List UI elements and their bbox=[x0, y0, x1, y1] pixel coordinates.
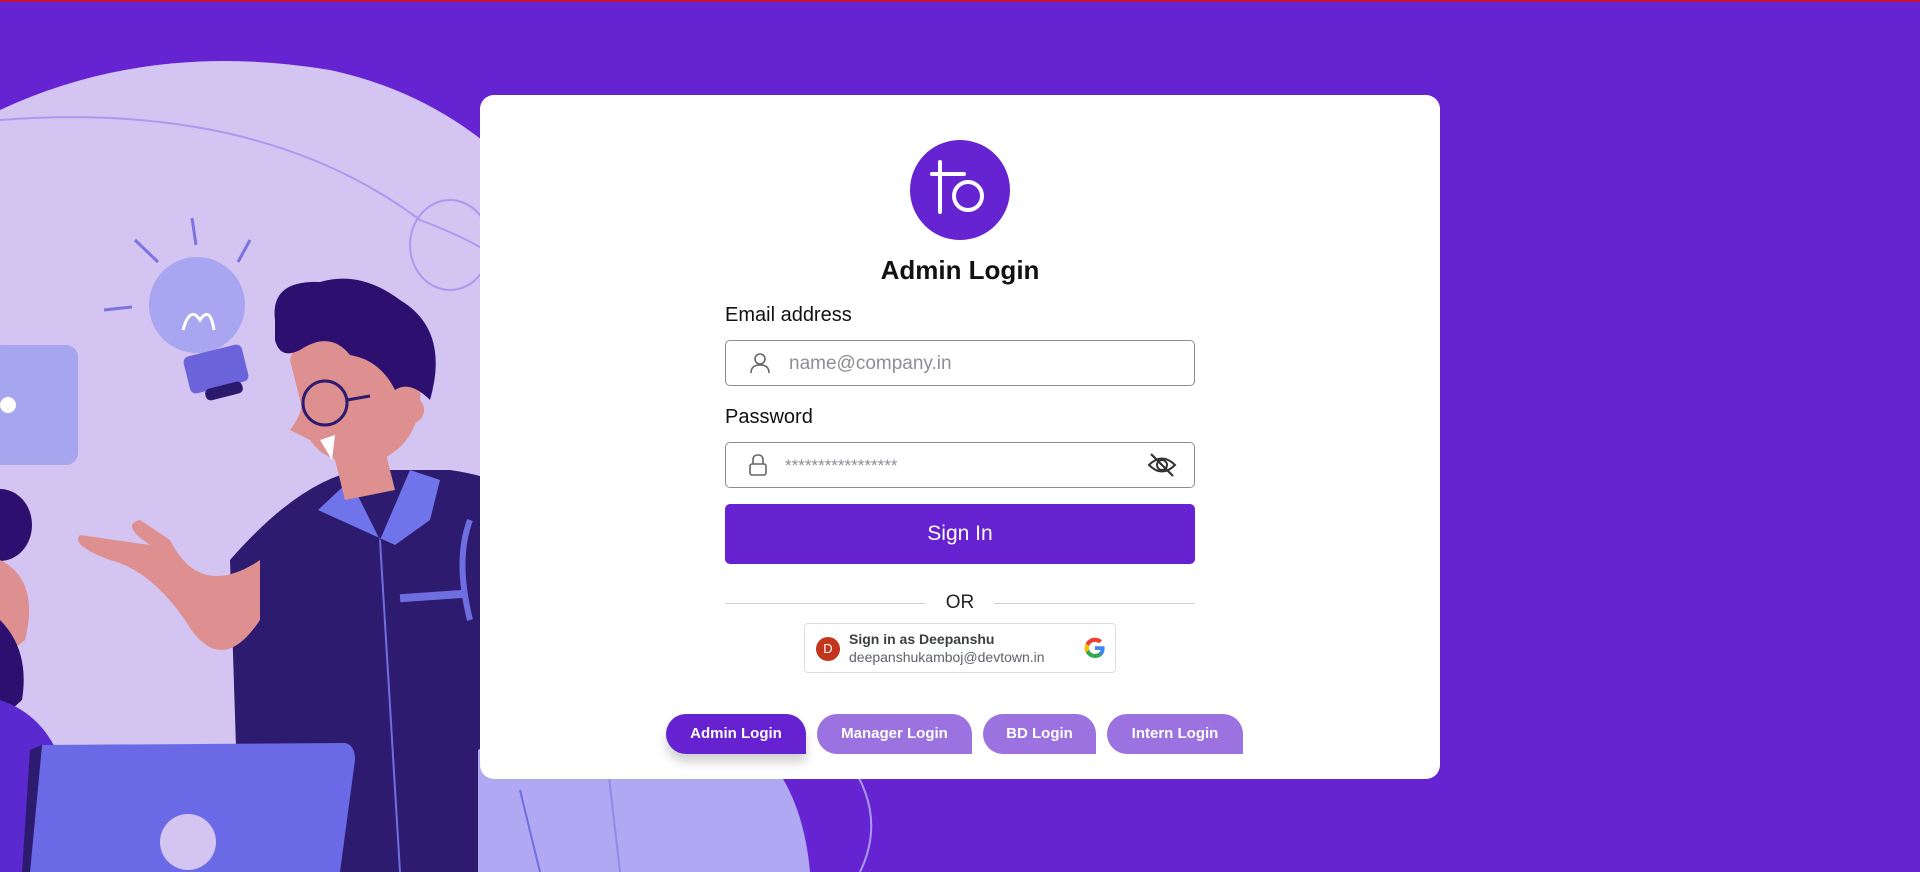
google-signin-button[interactable]: D Sign in as Deepanshu deepanshukamboj@d… bbox=[804, 623, 1116, 673]
illustration-laptop-logo bbox=[160, 814, 216, 870]
illustration-bubble-dot bbox=[0, 397, 16, 413]
google-signin-email: deepanshukamboj@devtown.in bbox=[849, 649, 1045, 665]
tab-admin-login[interactable]: Admin Login bbox=[666, 714, 806, 754]
illustration-person-ear bbox=[396, 396, 424, 424]
sign-in-button[interactable]: Sign In bbox=[725, 504, 1195, 564]
password-placeholder: ***************** bbox=[785, 456, 898, 475]
email-field[interactable]: name@company.in bbox=[725, 340, 1195, 386]
avatar: D bbox=[816, 637, 840, 661]
eye-off-icon[interactable] bbox=[1146, 443, 1178, 487]
logo-icon bbox=[930, 160, 984, 214]
page-title: Admin Login bbox=[880, 255, 1040, 285]
brand-logo bbox=[910, 140, 1010, 240]
google-icon bbox=[1084, 637, 1105, 658]
tab-intern-login[interactable]: Intern Login bbox=[1107, 714, 1243, 754]
password-field[interactable]: ***************** bbox=[725, 442, 1195, 488]
tab-manager-login[interactable]: Manager Login bbox=[817, 714, 972, 754]
tab-bd-login[interactable]: BD Login bbox=[983, 714, 1096, 754]
or-divider-left bbox=[725, 603, 925, 604]
or-label: OR bbox=[945, 592, 975, 613]
or-divider-right bbox=[994, 603, 1194, 604]
password-label: Password bbox=[725, 406, 813, 428]
user-icon bbox=[746, 341, 774, 385]
login-card: Admin Login Email address name@company.i… bbox=[480, 95, 1440, 779]
email-placeholder: name@company.in bbox=[789, 353, 952, 374]
lock-icon bbox=[744, 443, 772, 487]
email-label: Email address bbox=[725, 304, 852, 326]
google-signin-name: Sign in as Deepanshu bbox=[849, 631, 995, 647]
